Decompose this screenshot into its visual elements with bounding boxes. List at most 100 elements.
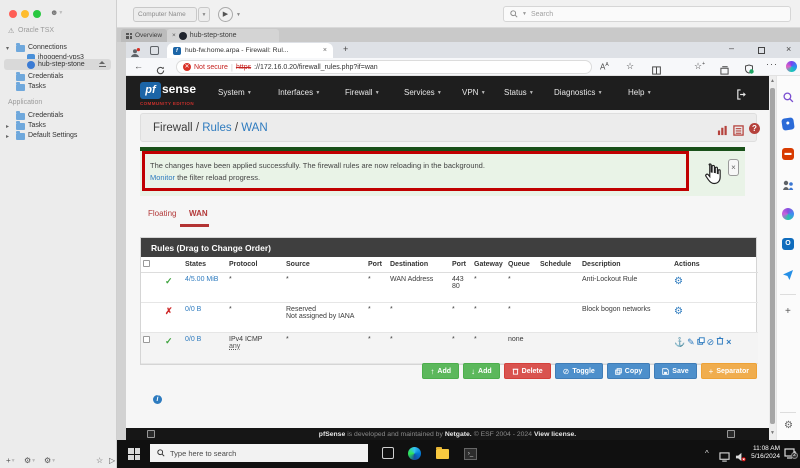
- sidebar-item-tasks[interactable]: Tasks: [28, 83, 46, 90]
- close-tab-icon[interactable]: ×: [172, 32, 176, 39]
- window-restore-button[interactable]: [758, 47, 765, 54]
- disable-ban-icon[interactable]: ⊘: [707, 337, 715, 347]
- sidebar-search-icon[interactable]: [783, 90, 794, 108]
- scroll-down-arrow[interactable]: ▼: [769, 430, 776, 436]
- connect-play-icon[interactable]: ▷: [109, 456, 115, 465]
- icmp-subtype-link[interactable]: any: [229, 343, 282, 350]
- menu-services[interactable]: Services ▼: [404, 88, 442, 97]
- add-rule-top-button[interactable]: ↑Add: [422, 363, 459, 379]
- favorite-star-icon[interactable]: ☆: [626, 61, 634, 72]
- scrollbar-thumb[interactable]: [770, 88, 775, 424]
- taskbar-search-input[interactable]: Type here to search: [150, 444, 368, 462]
- notifications-icon[interactable]: 2: [784, 447, 797, 465]
- breadcrumb-rules[interactable]: Rules: [202, 122, 231, 134]
- zoom-traffic-light[interactable]: [33, 10, 41, 18]
- more-options-icon[interactable]: ···: [766, 59, 778, 69]
- minimize-traffic-light[interactable]: [21, 10, 29, 18]
- address-bar[interactable]: ✕ Not secure | https ://172.16.0.20/fire…: [176, 60, 592, 74]
- workspaces-icon[interactable]: [150, 46, 159, 55]
- tab-hub-step-stone[interactable]: × hub-step-stone: [167, 29, 279, 42]
- task-view-icon[interactable]: [382, 447, 394, 459]
- m365-briefcase-icon[interactable]: ▬: [782, 148, 794, 160]
- menu-system[interactable]: System ▼: [218, 88, 252, 97]
- browser-tab[interactable]: f hub-fw.home.arpa - Firewall: Rul... ×: [167, 43, 333, 58]
- netgate-link[interactable]: Netgate.: [445, 431, 472, 438]
- gear-icon[interactable]: ⚙: [674, 306, 683, 317]
- network-icon[interactable]: [719, 449, 730, 467]
- menu-status[interactable]: Status ▼: [504, 88, 534, 97]
- states-link[interactable]: 0/0 B: [185, 336, 201, 343]
- actions-gear-icon[interactable]: ⚙▼: [44, 456, 56, 465]
- copy-button[interactable]: Copy: [607, 363, 651, 379]
- tab-wan[interactable]: WAN: [189, 209, 208, 218]
- states-link[interactable]: 4/5.00 MiB: [185, 276, 218, 283]
- sidebar-item-hub-step-stone[interactable]: hub-step-stone: [38, 61, 85, 68]
- file-explorer-icon[interactable]: [436, 449, 449, 459]
- row-checkbox[interactable]: [143, 336, 150, 343]
- tab-overview[interactable]: Overview: [121, 29, 167, 42]
- people-icon[interactable]: [782, 178, 794, 196]
- alert-close-button[interactable]: ×: [728, 159, 739, 176]
- separator-button[interactable]: +Separator: [701, 363, 757, 379]
- copy-icon[interactable]: [697, 337, 705, 345]
- add-rule-bottom-button[interactable]: ↓Add: [463, 363, 500, 379]
- sidebar-settings-gear-icon[interactable]: ⚙: [784, 420, 793, 431]
- chevron-down-icon[interactable]: ▾: [6, 45, 9, 52]
- drop-plane-icon[interactable]: [782, 268, 794, 286]
- window-close-button[interactable]: ×: [786, 44, 791, 54]
- computer-name-dropdown-caret[interactable]: ▼: [198, 7, 210, 22]
- computer-name-dropdown[interactable]: Computer Name: [133, 7, 197, 22]
- close-traffic-light[interactable]: [9, 10, 17, 18]
- account-menu-icon[interactable]: ☻▼: [50, 8, 63, 17]
- taskbar-edge-icon[interactable]: [408, 447, 421, 460]
- read-aloud-icon[interactable]: AA: [600, 62, 609, 72]
- terminal-icon[interactable]: ›_: [464, 448, 477, 460]
- menu-diagnostics[interactable]: Diagnostics ▼: [554, 88, 603, 97]
- pfsense-logo[interactable]: pf: [140, 82, 161, 99]
- viewer-search-input[interactable]: ▼ Search: [503, 6, 791, 22]
- sidebar-item-default-settings[interactable]: Default Settings: [28, 132, 77, 139]
- logout-icon[interactable]: [736, 87, 747, 105]
- favorites-star-icon[interactable]: ☆: [96, 456, 103, 465]
- gear-icon[interactable]: ⚙: [674, 276, 683, 287]
- sidebar-item-app-credentials[interactable]: Credentials: [28, 112, 63, 119]
- settings-gear-icon[interactable]: ⚙▼: [24, 456, 36, 465]
- shopping-tag-icon[interactable]: ●: [781, 117, 795, 131]
- info-icon[interactable]: i: [153, 395, 162, 404]
- toggle-button[interactable]: ⊘Toggle: [555, 363, 603, 379]
- anchor-icon[interactable]: ⚓: [674, 337, 685, 347]
- close-tab-icon[interactable]: ×: [323, 47, 327, 54]
- table-row[interactable]: ✓ 4/5.00 MiB * * * WAN Address 44380 * *…: [141, 273, 758, 303]
- save-button[interactable]: Save: [654, 363, 696, 379]
- chevron-right-icon[interactable]: ▸: [6, 133, 9, 140]
- start-button[interactable]: [128, 448, 140, 460]
- trash-icon[interactable]: [716, 336, 724, 345]
- add-sidebar-item-icon[interactable]: +: [785, 306, 791, 317]
- edit-pencil-icon[interactable]: ✎: [687, 337, 695, 347]
- back-button[interactable]: ←: [134, 61, 143, 71]
- sidebar-item-app-tasks[interactable]: Tasks: [28, 122, 46, 129]
- menu-vpn[interactable]: VPN ▼: [462, 88, 486, 97]
- window-minimize-button[interactable]: –: [729, 43, 734, 53]
- menu-help[interactable]: Help ▼: [628, 88, 652, 97]
- table-row[interactable]: ✗ 0/0 B * ReservedNot assigned by IANA *…: [141, 303, 758, 333]
- menu-firewall[interactable]: Firewall ▼: [345, 88, 380, 97]
- volume-muted-icon[interactable]: [735, 449, 746, 467]
- chevron-right-icon[interactable]: ▸: [6, 123, 9, 130]
- table-row[interactable]: ✓ 0/0 B IPv4 ICMPany * * * * * none ⚓ ✎: [141, 333, 758, 364]
- connect-play-button[interactable]: ▶: [218, 7, 233, 22]
- delete-x-icon[interactable]: ×: [726, 337, 731, 347]
- new-tab-button[interactable]: +: [343, 44, 348, 54]
- scroll-up-arrow[interactable]: ▲: [769, 78, 776, 84]
- menu-interfaces[interactable]: Interfaces ▼: [278, 88, 320, 97]
- sidebar-item-credentials[interactable]: Credentials: [28, 73, 63, 80]
- tray-expand-icon[interactable]: ^: [705, 449, 709, 458]
- designer-icon[interactable]: [782, 208, 794, 220]
- help-icon[interactable]: ?: [749, 123, 760, 134]
- copilot-icon[interactable]: [786, 61, 797, 72]
- view-license-link[interactable]: View license.: [534, 431, 576, 438]
- tab-floating[interactable]: Floating: [148, 209, 176, 218]
- add-connection-button[interactable]: +▼: [6, 456, 16, 465]
- eject-icon[interactable]: [99, 61, 106, 67]
- select-all-checkbox[interactable]: [143, 260, 150, 267]
